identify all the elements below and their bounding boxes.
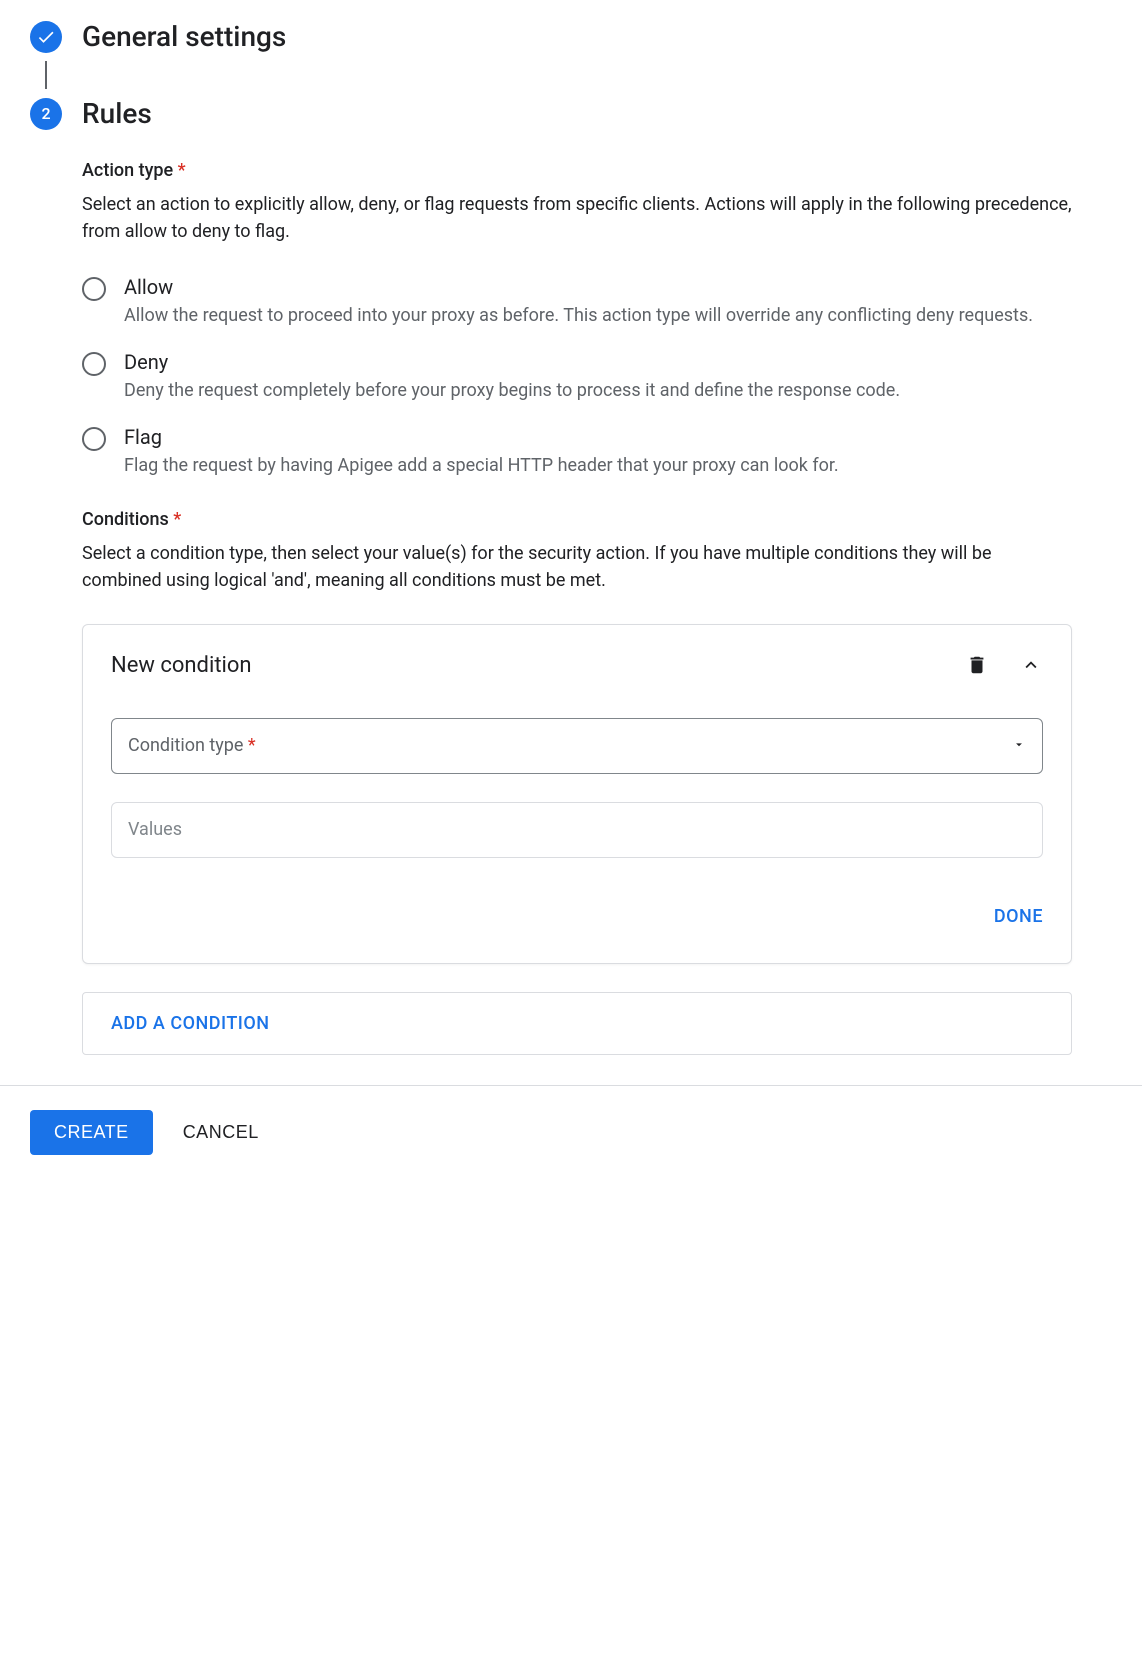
footer: CREATE CANCEL [0,1085,1142,1179]
check-icon [30,21,62,53]
add-condition-button: ADD A CONDITION [111,1013,270,1034]
conditions-label: Conditions * [82,509,1072,530]
radio-flag-label: Flag [124,425,1072,449]
radio-flag[interactable]: Flag Flag the request by having Apigee a… [82,425,1072,478]
action-type-label: Action type * [82,160,1072,181]
radio-icon [82,277,106,301]
caret-down-icon [1012,736,1026,755]
condition-type-select[interactable]: Condition type * [111,718,1043,774]
step-rules-header: 2 Rules [30,97,1112,130]
values-input[interactable]: Values [111,802,1043,858]
cancel-button[interactable]: CANCEL [183,1122,259,1143]
condition-title: New condition [111,653,252,678]
radio-flag-desc: Flag the request by having Apigee add a … [124,453,1072,478]
radio-allow[interactable]: Allow Allow the request to proceed into … [82,275,1072,328]
required-mark: * [178,160,186,181]
radio-allow-desc: Allow the request to proceed into your p… [124,303,1072,328]
step-number-icon: 2 [30,98,62,130]
radio-deny[interactable]: Deny Deny the request completely before … [82,350,1072,403]
radio-icon [82,352,106,376]
done-button[interactable]: DONE [994,898,1043,935]
required-mark: * [173,509,181,530]
step-rules-title: Rules [82,97,152,130]
radio-deny-label: Deny [124,350,1072,374]
values-placeholder: Values [128,819,182,840]
create-button[interactable]: CREATE [30,1110,153,1155]
step-connector [45,61,47,89]
step-general-title: General settings [82,20,286,53]
condition-card: New condition Condition type * [82,624,1072,964]
radio-icon [82,427,106,451]
conditions-description: Select a condition type, then select you… [82,540,1072,594]
radio-deny-desc: Deny the request completely before your … [124,378,1072,403]
required-mark: * [248,735,256,756]
step-general-header[interactable]: General settings [30,20,1112,53]
chevron-up-icon[interactable] [1019,653,1043,677]
action-type-description: Select an action to explicitly allow, de… [82,191,1072,245]
add-condition-card[interactable]: ADD A CONDITION [82,992,1072,1055]
condition-type-label: Condition type [128,735,243,756]
step-number: 2 [41,104,50,123]
delete-icon[interactable] [965,653,989,677]
radio-allow-label: Allow [124,275,1072,299]
